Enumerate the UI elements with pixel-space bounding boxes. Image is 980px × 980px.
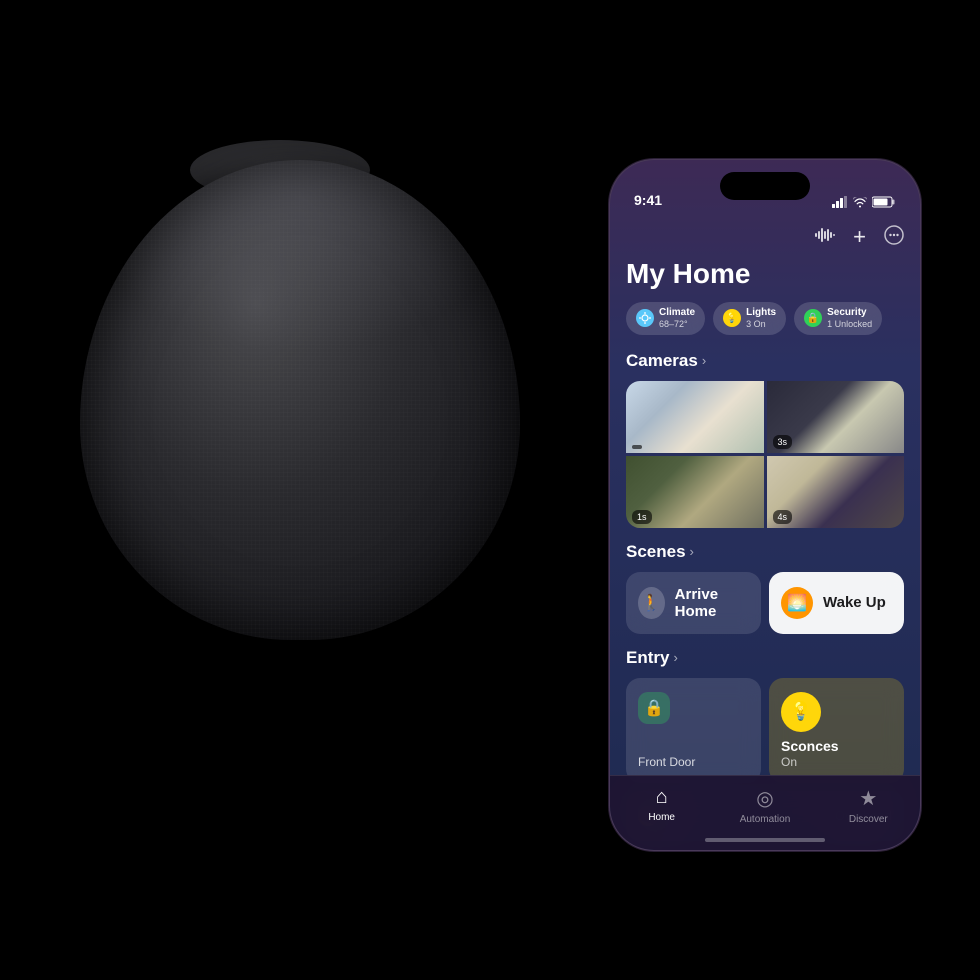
signal-icon [832,196,848,208]
entry-chevron: › [673,650,677,665]
discover-tab-icon: ★ [859,786,877,811]
entry-title: Entry [626,648,669,668]
dynamic-island [720,172,810,200]
sconces-label: Sconces [781,738,892,755]
iphone-screen: 9:41 [610,160,920,850]
scenes-section-header[interactable]: Scenes › [626,542,904,562]
lights-pill[interactable]: 💡 Lights 3 On [713,302,786,335]
scenes-chevron: › [690,544,694,559]
homepod [60,80,580,840]
front-door-card[interactable]: 🔒 Front Door [626,678,761,783]
entry-section-header[interactable]: Entry › [626,648,904,668]
lights-pill-text: Lights 3 On [746,307,776,330]
climate-pill-text: Climate 68–72° [659,307,695,330]
status-time: 9:41 [634,192,662,208]
wakeup-label: Wake Up [823,594,886,611]
homepod-body [80,160,520,640]
automation-tab-icon: ◎ [756,786,773,811]
wakeup-icon: 🌅 [781,587,813,619]
top-actions: + [626,224,904,250]
tab-automation[interactable]: ◎ Automation [713,786,816,825]
camera-badge-1 [632,445,642,449]
climate-label: Climate [659,307,695,319]
camera-cell-4[interactable]: 4s [767,456,905,528]
arrive-icon: 🚶 [638,587,665,619]
home-tab-label: Home [648,812,675,823]
camera-cell-2[interactable]: 3s [767,381,905,453]
lights-value: 3 On [746,319,776,330]
iphone-frame: 9:41 [610,160,920,850]
app-content: + My Home [610,214,920,850]
climate-pill[interactable]: Climate 68–72° [626,302,705,335]
wake-up-button[interactable]: 🌅 Wake Up [769,572,904,634]
cameras-section-header[interactable]: Cameras › [626,351,904,371]
status-pills: Climate 68–72° 💡 Lights 3 On 🔒 [626,302,904,335]
security-value: 1 Unlocked [827,319,872,330]
lights-label: Lights [746,307,776,319]
battery-icon [872,196,896,208]
climate-value: 68–72° [659,319,695,330]
security-pill[interactable]: 🔒 Security 1 Unlocked [794,302,882,335]
front-door-icon: 🔒 [638,692,670,724]
automation-tab-label: Automation [740,814,791,825]
home-title: My Home [626,258,904,290]
home-tab-icon: ⌂ [656,786,668,809]
wifi-icon [853,197,867,208]
waveform-icon[interactable] [815,227,835,248]
camera-badge-3: 1s [632,510,652,524]
iphone: 9:41 [610,160,920,850]
home-indicator [705,838,825,842]
add-icon[interactable]: + [853,224,866,250]
camera-cell-3[interactable]: 1s [626,456,764,528]
front-door-label: Front Door [638,755,749,769]
sconces-status: On [781,755,892,769]
scenes-title: Scenes [626,542,686,562]
arrive-label: Arrive Home [675,586,749,620]
discover-tab-label: Discover [849,814,888,825]
security-icon: 🔒 [804,309,822,327]
status-icons [832,196,896,208]
tab-discover[interactable]: ★ Discover [817,786,920,825]
camera-cell-1[interactable] [626,381,764,453]
camera-badge-4: 4s [773,510,793,524]
tab-home[interactable]: ⌂ Home [610,786,713,823]
more-icon[interactable] [884,225,904,250]
camera-badge-2: 3s [773,435,793,449]
security-label: Security [827,307,872,319]
scenes-row: 🚶 Arrive Home 🌅 Wake Up [626,572,904,634]
sconces-icon: 💡 [781,692,821,732]
cameras-chevron: › [702,353,706,368]
arrive-home-button[interactable]: 🚶 Arrive Home [626,572,761,634]
cameras-title: Cameras [626,351,698,371]
lights-icon: 💡 [723,309,741,327]
camera-grid: 3s 1s 4s [626,381,904,528]
security-pill-text: Security 1 Unlocked [827,307,872,330]
sconces-card[interactable]: 💡 Sconces On [769,678,904,783]
climate-icon [636,309,654,327]
sconces-info: Sconces On [781,738,892,769]
